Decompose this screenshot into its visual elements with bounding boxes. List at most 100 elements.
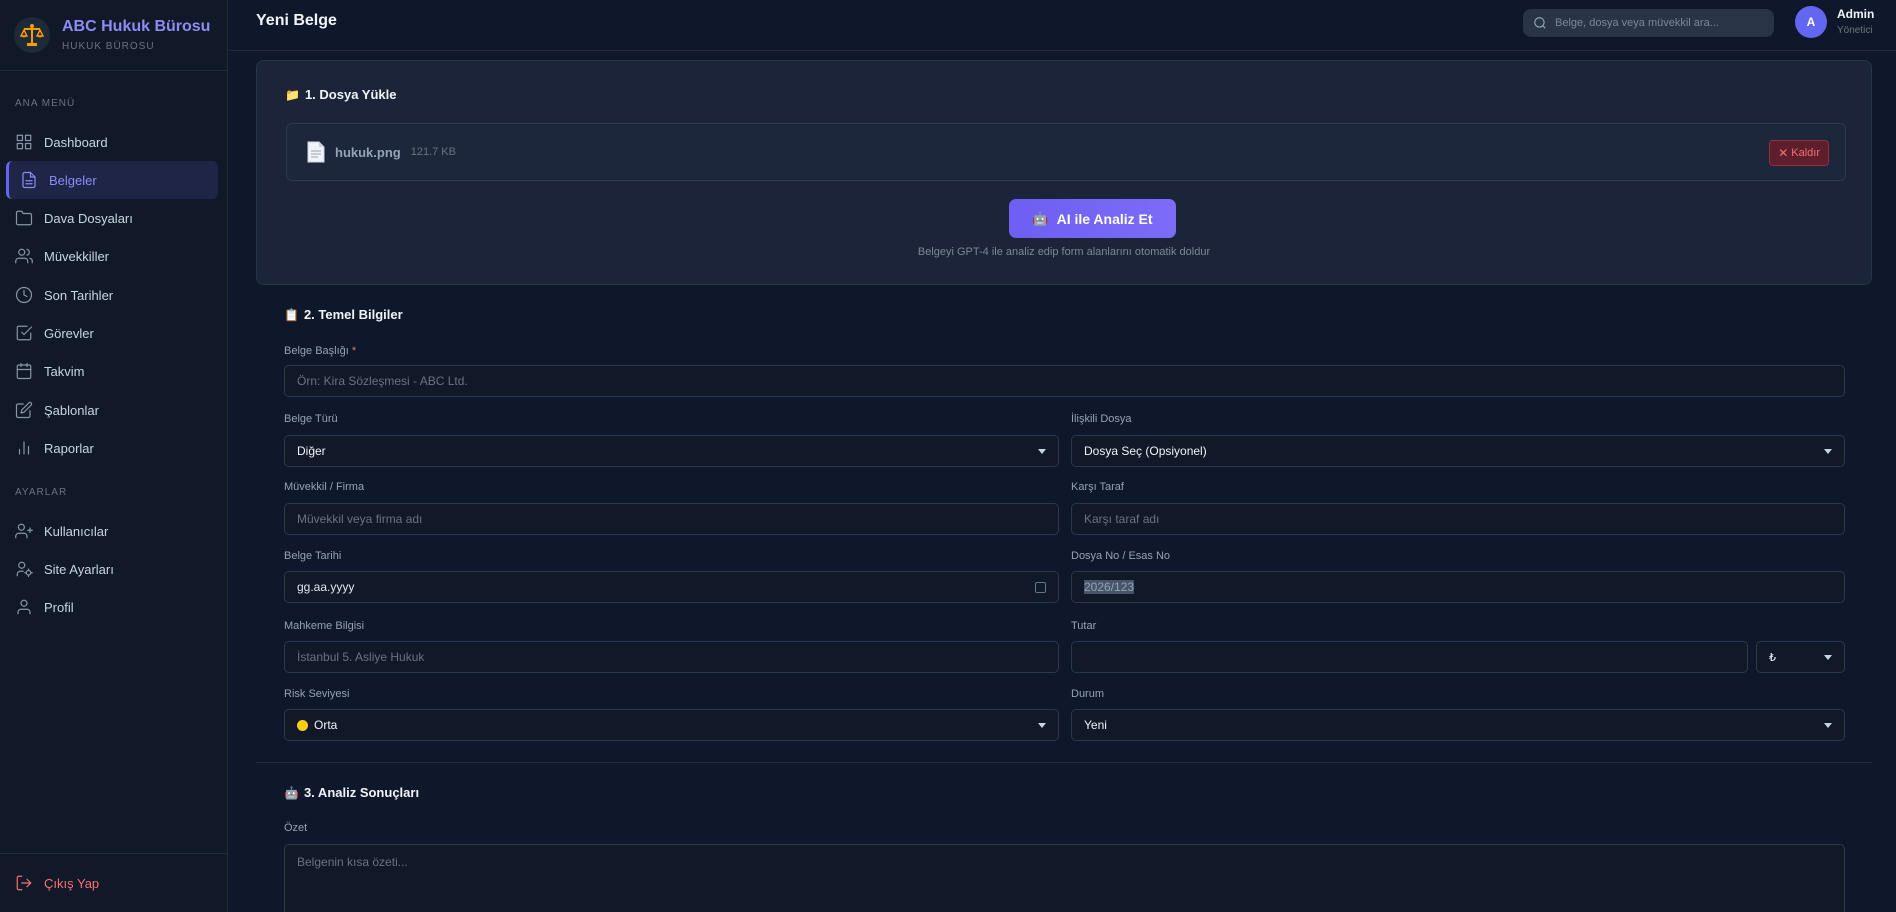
- currency-select[interactable]: ₺: [1756, 641, 1845, 673]
- search-box[interactable]: [1523, 9, 1774, 37]
- currency-value: ₺: [1769, 651, 1776, 664]
- doc-type-value: Diğer: [297, 444, 326, 458]
- court-field[interactable]: [284, 641, 1059, 673]
- sidebar-item-takvim[interactable]: Takvim: [6, 352, 218, 390]
- sidebar-item-profil[interactable]: Profil: [6, 588, 218, 626]
- risk-label: Risk Seviyesi: [284, 688, 350, 700]
- summary-label: Özet: [284, 822, 308, 834]
- risk-select[interactable]: Orta: [284, 709, 1059, 741]
- date-field[interactable]: gg.aa.yyyy: [284, 571, 1059, 603]
- analysis-title-text: 3. Analiz Sonuçları: [303, 785, 420, 800]
- sidebar-item-gorevler[interactable]: Görevler: [6, 314, 218, 352]
- analysis-section-title: 🤖 3. Analiz Sonuçları: [284, 785, 419, 800]
- bar-chart-icon: [15, 439, 33, 457]
- sidebar-item-label: Site Ayarları: [44, 561, 114, 577]
- related-case-select[interactable]: Dosya Seç (Opsiyonel): [1071, 435, 1845, 467]
- brand[interactable]: ABC Hukuk Bürosu HUKUK BÜROSU: [0, 0, 227, 71]
- user-name[interactable]: Admin: [1837, 7, 1874, 21]
- sidebar-item-label: Takvim: [44, 363, 85, 379]
- users-icon: [15, 247, 33, 265]
- file-no-field[interactable]: 2026/123: [1071, 571, 1845, 603]
- sidebar-item-site-ayarlari[interactable]: Site Ayarları: [6, 550, 218, 588]
- sidebar-item-son-tarihler[interactable]: Son Tarihler: [6, 276, 218, 314]
- robot-icon: 🤖: [284, 785, 299, 800]
- doc-title-input[interactable]: [297, 374, 1844, 388]
- search-icon: [1534, 17, 1546, 29]
- uploaded-file-row: hukuk.png 121.7 KB ✕ Kaldır: [286, 123, 1846, 181]
- folder-icon: [15, 209, 33, 227]
- status-select[interactable]: Yeni: [1071, 709, 1845, 741]
- sidebar-divider: [0, 853, 228, 854]
- status-label: Durum: [1071, 688, 1105, 700]
- basic-section-title: 📋 2. Temel Bilgiler: [284, 307, 403, 322]
- sidebar-item-dashboard[interactable]: Dashboard: [6, 123, 218, 161]
- edit-icon: [15, 401, 33, 419]
- clock-icon: [15, 286, 33, 304]
- logout-label: Çıkış Yap: [44, 875, 100, 891]
- file-icon: [307, 141, 325, 163]
- sidebar-item-label: Belgeler: [49, 172, 97, 188]
- sidebar-item-muvekkiller[interactable]: Müvekkiller: [6, 237, 218, 275]
- sidebar-item-kullanicilar[interactable]: Kullanıcılar: [6, 512, 218, 550]
- amount-input[interactable]: [1084, 650, 1747, 664]
- chevron-down-icon: [1824, 655, 1832, 660]
- file-no-label: Dosya No / Esas No: [1071, 550, 1171, 562]
- sidebar-item-belgeler[interactable]: Belgeler: [6, 161, 218, 199]
- sidebar-item-sablonlar[interactable]: Şablonlar: [6, 391, 218, 429]
- doc-title-field[interactable]: [284, 365, 1845, 397]
- ai-analyze-button[interactable]: 🤖 AI ile Analiz Et: [1009, 199, 1176, 238]
- summary-textarea[interactable]: Belgenin kısa özeti...: [284, 844, 1845, 912]
- scales-logo-icon: [14, 17, 50, 53]
- court-input[interactable]: [297, 650, 1058, 664]
- sidebar-item-label: Dashboard: [44, 134, 108, 150]
- check-square-icon: [15, 324, 33, 342]
- client-label: Müvekkil / Firma: [284, 481, 365, 493]
- document-icon: [20, 171, 38, 189]
- chevron-down-icon: [1824, 449, 1832, 454]
- avatar[interactable]: A: [1795, 6, 1827, 38]
- calendar-icon: [15, 362, 33, 380]
- sidebar-item-raporlar[interactable]: Raporlar: [6, 429, 218, 467]
- robot-icon: 🤖: [1032, 210, 1049, 226]
- sidebar-item-dava-dosyalari[interactable]: Dava Dosyaları: [6, 199, 218, 237]
- user-icon: [15, 598, 33, 616]
- upload-title-text: 1. Dosya Yükle: [304, 87, 397, 102]
- doc-type-select[interactable]: Diğer: [284, 435, 1059, 467]
- client-input[interactable]: [297, 512, 1058, 526]
- chevron-down-icon: [1038, 723, 1046, 728]
- ai-hint: Belgeyi GPT-4 ile analiz edip form alanl…: [917, 246, 1211, 258]
- chevron-down-icon: [1038, 449, 1046, 454]
- section-divider: [256, 762, 1872, 763]
- logout-icon: [16, 875, 32, 891]
- brand-title: ABC Hukuk Bürosu: [62, 18, 211, 35]
- amount-label: Tutar: [1071, 620, 1097, 632]
- calendar-picker-icon[interactable]: [1035, 582, 1046, 593]
- logout-button[interactable]: Çıkış Yap: [6, 864, 218, 902]
- related-case-value: Dosya Seç (Opsiyonel): [1084, 444, 1207, 458]
- date-label: Belge Tarihi: [284, 550, 342, 562]
- opponent-input[interactable]: [1084, 512, 1844, 526]
- date-value: gg.aa.yyyy: [297, 580, 355, 594]
- search-input[interactable]: [1555, 17, 1765, 29]
- sidebar-item-label: Şablonlar: [44, 402, 99, 418]
- sidebar-item-label: Raporlar: [44, 440, 94, 456]
- user-plus-icon: [15, 522, 33, 540]
- upload-card: 📁 1. Dosya Yükle hukuk.png 121.7 KB ✕ Ka…: [256, 60, 1872, 285]
- sidebar: ABC Hukuk Bürosu HUKUK BÜROSU ANA MENÜ D…: [0, 0, 228, 912]
- user-cog-icon: [15, 560, 33, 578]
- main-content: 📁 1. Dosya Yükle hukuk.png 121.7 KB ✕ Ka…: [229, 52, 1896, 912]
- file-name: hukuk.png: [335, 144, 401, 160]
- file-size: 121.7 KB: [410, 146, 456, 158]
- basic-title-text: 2. Temel Bilgiler: [303, 307, 403, 322]
- file-no-value: 2026/123: [1084, 580, 1135, 594]
- amount-field[interactable]: [1071, 641, 1748, 673]
- sidebar-item-label: Müvekkiller: [44, 248, 110, 264]
- nav-section-main: ANA MENÜ: [15, 98, 76, 109]
- remove-file-button[interactable]: ✕ Kaldır: [1769, 140, 1829, 166]
- user-role: Yönetici: [1837, 25, 1873, 36]
- doc-type-label: Belge Türü: [284, 413, 338, 425]
- close-icon: ✕: [1778, 146, 1789, 160]
- opponent-field[interactable]: [1071, 503, 1845, 535]
- folder-emoji-icon: 📁: [285, 87, 300, 102]
- client-field[interactable]: [284, 503, 1059, 535]
